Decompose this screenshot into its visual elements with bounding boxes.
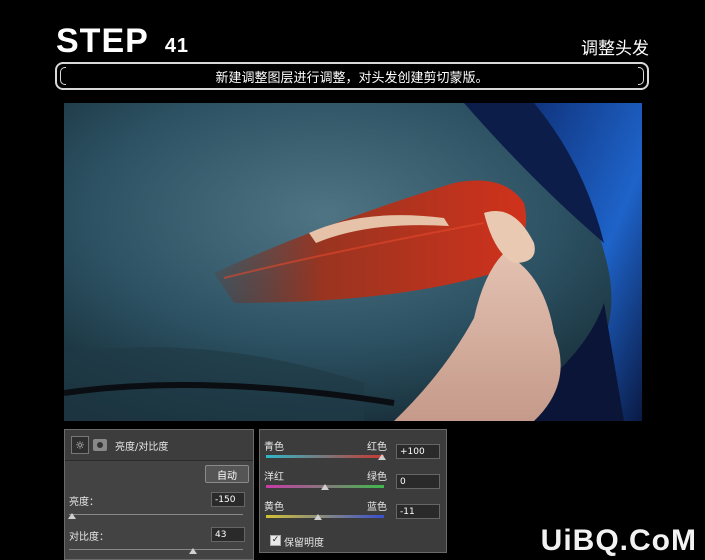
section-title: 调整头发 xyxy=(581,39,649,59)
contrast-label: 对比度： xyxy=(69,532,109,543)
mask-icon[interactable] xyxy=(93,439,107,451)
site-watermark: UiBQ.CoM xyxy=(540,524,697,557)
contrast-track xyxy=(69,549,243,550)
brightness-label: 亮度： xyxy=(69,497,99,508)
cyan-red-gradient xyxy=(266,455,384,458)
yellow-blue-gradient xyxy=(266,515,384,518)
artwork-image xyxy=(64,103,642,421)
panel-title: 亮度/对比度 xyxy=(115,441,169,453)
brightness-contrast-panel: ☼ 亮度/对比度 自动 亮度： -150 对比度： 43 xyxy=(64,429,254,560)
magenta-green-slider-thumb[interactable] xyxy=(321,484,329,490)
step-heading: STEP 41 xyxy=(56,22,189,61)
brightness-track xyxy=(69,514,243,515)
color-balance-panel: 青色 红色 +100 洋红 绿色 0 黄色 蓝色 -11 ✓ 保留明度 xyxy=(259,429,447,553)
cyan-label: 青色 xyxy=(264,442,284,453)
blue-label: 蓝色 xyxy=(367,502,387,513)
panel-header: ☼ 亮度/对比度 xyxy=(65,430,253,461)
brightness-field[interactable]: -150 xyxy=(211,492,245,507)
instruction-banner: 新建调整图层进行调整，对头发创建剪切蒙版。 xyxy=(55,62,649,90)
magenta-label: 洋红 xyxy=(264,472,284,483)
yellow-blue-slider-thumb[interactable] xyxy=(314,514,322,520)
red-label: 红色 xyxy=(367,442,387,453)
preserve-luminosity-checkbox[interactable]: ✓ xyxy=(270,535,281,546)
auto-button[interactable]: 自动 xyxy=(205,465,249,483)
yellow-label: 黄色 xyxy=(264,502,284,513)
cyan-red-field[interactable]: +100 xyxy=(396,444,440,459)
artwork-illustration xyxy=(64,103,642,421)
sun-icon[interactable]: ☼ xyxy=(71,436,89,454)
contrast-field[interactable]: 43 xyxy=(211,527,245,542)
step-number: 41 xyxy=(164,35,190,57)
green-label: 绿色 xyxy=(367,472,387,483)
yellow-blue-field[interactable]: -11 xyxy=(396,504,440,519)
magenta-green-field[interactable]: 0 xyxy=(396,474,440,489)
brightness-slider-thumb[interactable] xyxy=(68,513,76,519)
cyan-red-slider-thumb[interactable] xyxy=(378,454,386,460)
preserve-luminosity-label: 保留明度 xyxy=(284,538,324,549)
step-word: STEP xyxy=(56,22,149,60)
contrast-slider-thumb[interactable] xyxy=(189,548,197,554)
